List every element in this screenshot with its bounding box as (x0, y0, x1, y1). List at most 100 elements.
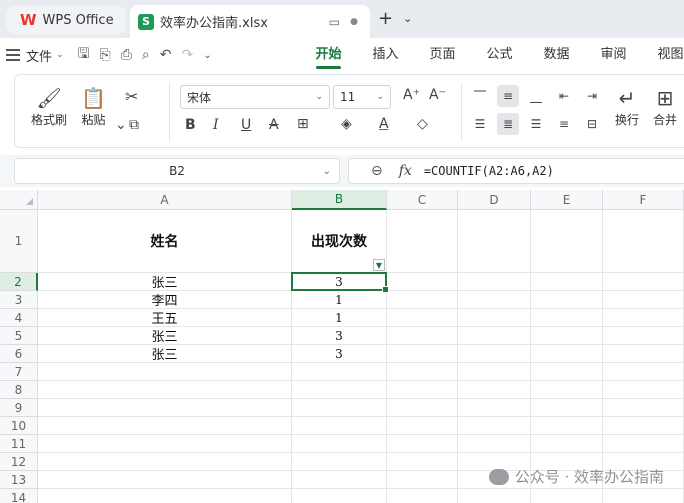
cell-d8[interactable] (458, 381, 531, 399)
insert-function-icon[interactable]: fx (399, 163, 412, 179)
redo-icon[interactable]: ↷ (181, 47, 193, 63)
file-menu-button[interactable]: 文件 ⌄ (26, 46, 64, 65)
cell-a1[interactable]: 姓名 (38, 210, 292, 273)
wrap-text-button[interactable]: ↵ 换行 (615, 85, 639, 128)
filter-dropdown-icon[interactable]: ▼ (373, 259, 385, 271)
decrease-font-icon[interactable]: A⁻ (429, 87, 446, 103)
cell-f1[interactable] (603, 210, 684, 273)
cell-a5[interactable]: 张三 (38, 327, 292, 345)
cell-a13[interactable] (38, 471, 292, 489)
merge-cells-button[interactable]: ⊞ 合并 (653, 85, 677, 128)
format-painter-button[interactable]: 🖌 格式刷 (31, 85, 67, 128)
cell-d5[interactable] (458, 327, 531, 345)
align-left-icon[interactable]: ☰ (469, 113, 491, 135)
decrease-indent-icon[interactable]: ⇤ (553, 85, 575, 107)
cell-c10[interactable] (387, 417, 458, 435)
column-header-e[interactable]: E (531, 190, 603, 210)
cell-b11[interactable] (292, 435, 387, 453)
cell-c3[interactable] (387, 291, 458, 309)
cell-f2[interactable] (603, 273, 684, 291)
cell-f5[interactable] (603, 327, 684, 345)
cell-f3[interactable] (603, 291, 684, 309)
column-header-c[interactable]: C (387, 190, 458, 210)
font-size-select[interactable]: 11 ⌄ (333, 85, 391, 109)
align-center-icon[interactable]: ≣ (497, 113, 519, 135)
cell-a9[interactable] (38, 399, 292, 417)
cell-e9[interactable] (531, 399, 603, 417)
cell-d4[interactable] (458, 309, 531, 327)
cell-c12[interactable] (387, 453, 458, 471)
cell-b6[interactable]: 3 (292, 345, 387, 363)
cell-b5[interactable]: 3 (292, 327, 387, 345)
cell-b12[interactable] (292, 453, 387, 471)
row-header-5[interactable]: 5 (0, 327, 38, 345)
align-right-icon[interactable]: ☰ (525, 113, 547, 135)
cell-d3[interactable] (458, 291, 531, 309)
cell-c13[interactable] (387, 471, 458, 489)
cell-c14[interactable] (387, 489, 458, 503)
formula-input[interactable]: ⊖ fx =COUNTIF(A2:A6,A2) (348, 158, 684, 184)
cell-b8[interactable] (292, 381, 387, 399)
cell-d2[interactable] (458, 273, 531, 291)
font-color-icon[interactable]: A (379, 116, 389, 132)
cell-d9[interactable] (458, 399, 531, 417)
cell-e7[interactable] (531, 363, 603, 381)
column-header-d[interactable]: D (458, 190, 531, 210)
undo-icon[interactable]: ↶ (160, 47, 172, 63)
cell-e5[interactable] (531, 327, 603, 345)
cell-f9[interactable] (603, 399, 684, 417)
tab-view[interactable]: 视图 (642, 38, 684, 72)
cell-d1[interactable] (458, 210, 531, 273)
cell-c6[interactable] (387, 345, 458, 363)
tab-insert[interactable]: 插入 (357, 38, 414, 72)
print-preview-icon[interactable]: ⌕ (142, 47, 150, 63)
row-header-1[interactable]: 1 (0, 210, 38, 273)
cell-a8[interactable] (38, 381, 292, 399)
bold-button[interactable]: B (185, 117, 196, 133)
increase-font-icon[interactable]: A⁺ (403, 87, 420, 103)
tab-review[interactable]: 审阅 (585, 38, 642, 72)
tab-formula[interactable]: 公式 (471, 38, 528, 72)
cell-e1[interactable] (531, 210, 603, 273)
cut-icon[interactable]: ✂ (125, 87, 138, 106)
window-mode-icon[interactable]: ▭ (329, 15, 340, 29)
cell-a7[interactable] (38, 363, 292, 381)
row-header-14[interactable]: 14 (0, 489, 38, 503)
cell-a10[interactable] (38, 417, 292, 435)
cell-e6[interactable] (531, 345, 603, 363)
new-tab-plus-icon[interactable]: + (378, 8, 393, 29)
cell-f6[interactable] (603, 345, 684, 363)
align-bottom-icon[interactable]: ⎽ (525, 85, 547, 107)
cell-d14[interactable] (458, 489, 531, 503)
clear-format-icon[interactable]: ◇ (417, 116, 428, 132)
cell-e8[interactable] (531, 381, 603, 399)
cell-f4[interactable] (603, 309, 684, 327)
cell-b9[interactable] (292, 399, 387, 417)
cell-c7[interactable] (387, 363, 458, 381)
cell-e4[interactable] (531, 309, 603, 327)
align-top-icon[interactable]: ⎺ (469, 85, 491, 107)
save-icon[interactable]: 🖫 (78, 43, 90, 67)
cell-b7[interactable] (292, 363, 387, 381)
cell-e11[interactable] (531, 435, 603, 453)
strikethrough-button[interactable]: A (269, 117, 279, 133)
tab-list-chevron-icon[interactable]: ⌄ (403, 12, 412, 25)
cell-d6[interactable] (458, 345, 531, 363)
cell-f14[interactable] (603, 489, 684, 503)
cell-f7[interactable] (603, 363, 684, 381)
underline-button[interactable]: U (241, 117, 251, 133)
cell-b10[interactable] (292, 417, 387, 435)
cell-f11[interactable] (603, 435, 684, 453)
align-middle-icon[interactable]: ≡ (497, 85, 519, 107)
column-header-f[interactable]: F (603, 190, 684, 210)
cell-c9[interactable] (387, 399, 458, 417)
cell-a2[interactable]: 张三 (38, 273, 292, 291)
export-pdf-icon[interactable]: ⎘ (100, 47, 111, 63)
column-header-a[interactable]: A (38, 190, 292, 210)
cell-c11[interactable] (387, 435, 458, 453)
cell-d11[interactable] (458, 435, 531, 453)
row-header-2[interactable]: 2 (0, 273, 38, 291)
cell-e14[interactable] (531, 489, 603, 503)
cell-a4[interactable]: 王五 (38, 309, 292, 327)
cell-f10[interactable] (603, 417, 684, 435)
